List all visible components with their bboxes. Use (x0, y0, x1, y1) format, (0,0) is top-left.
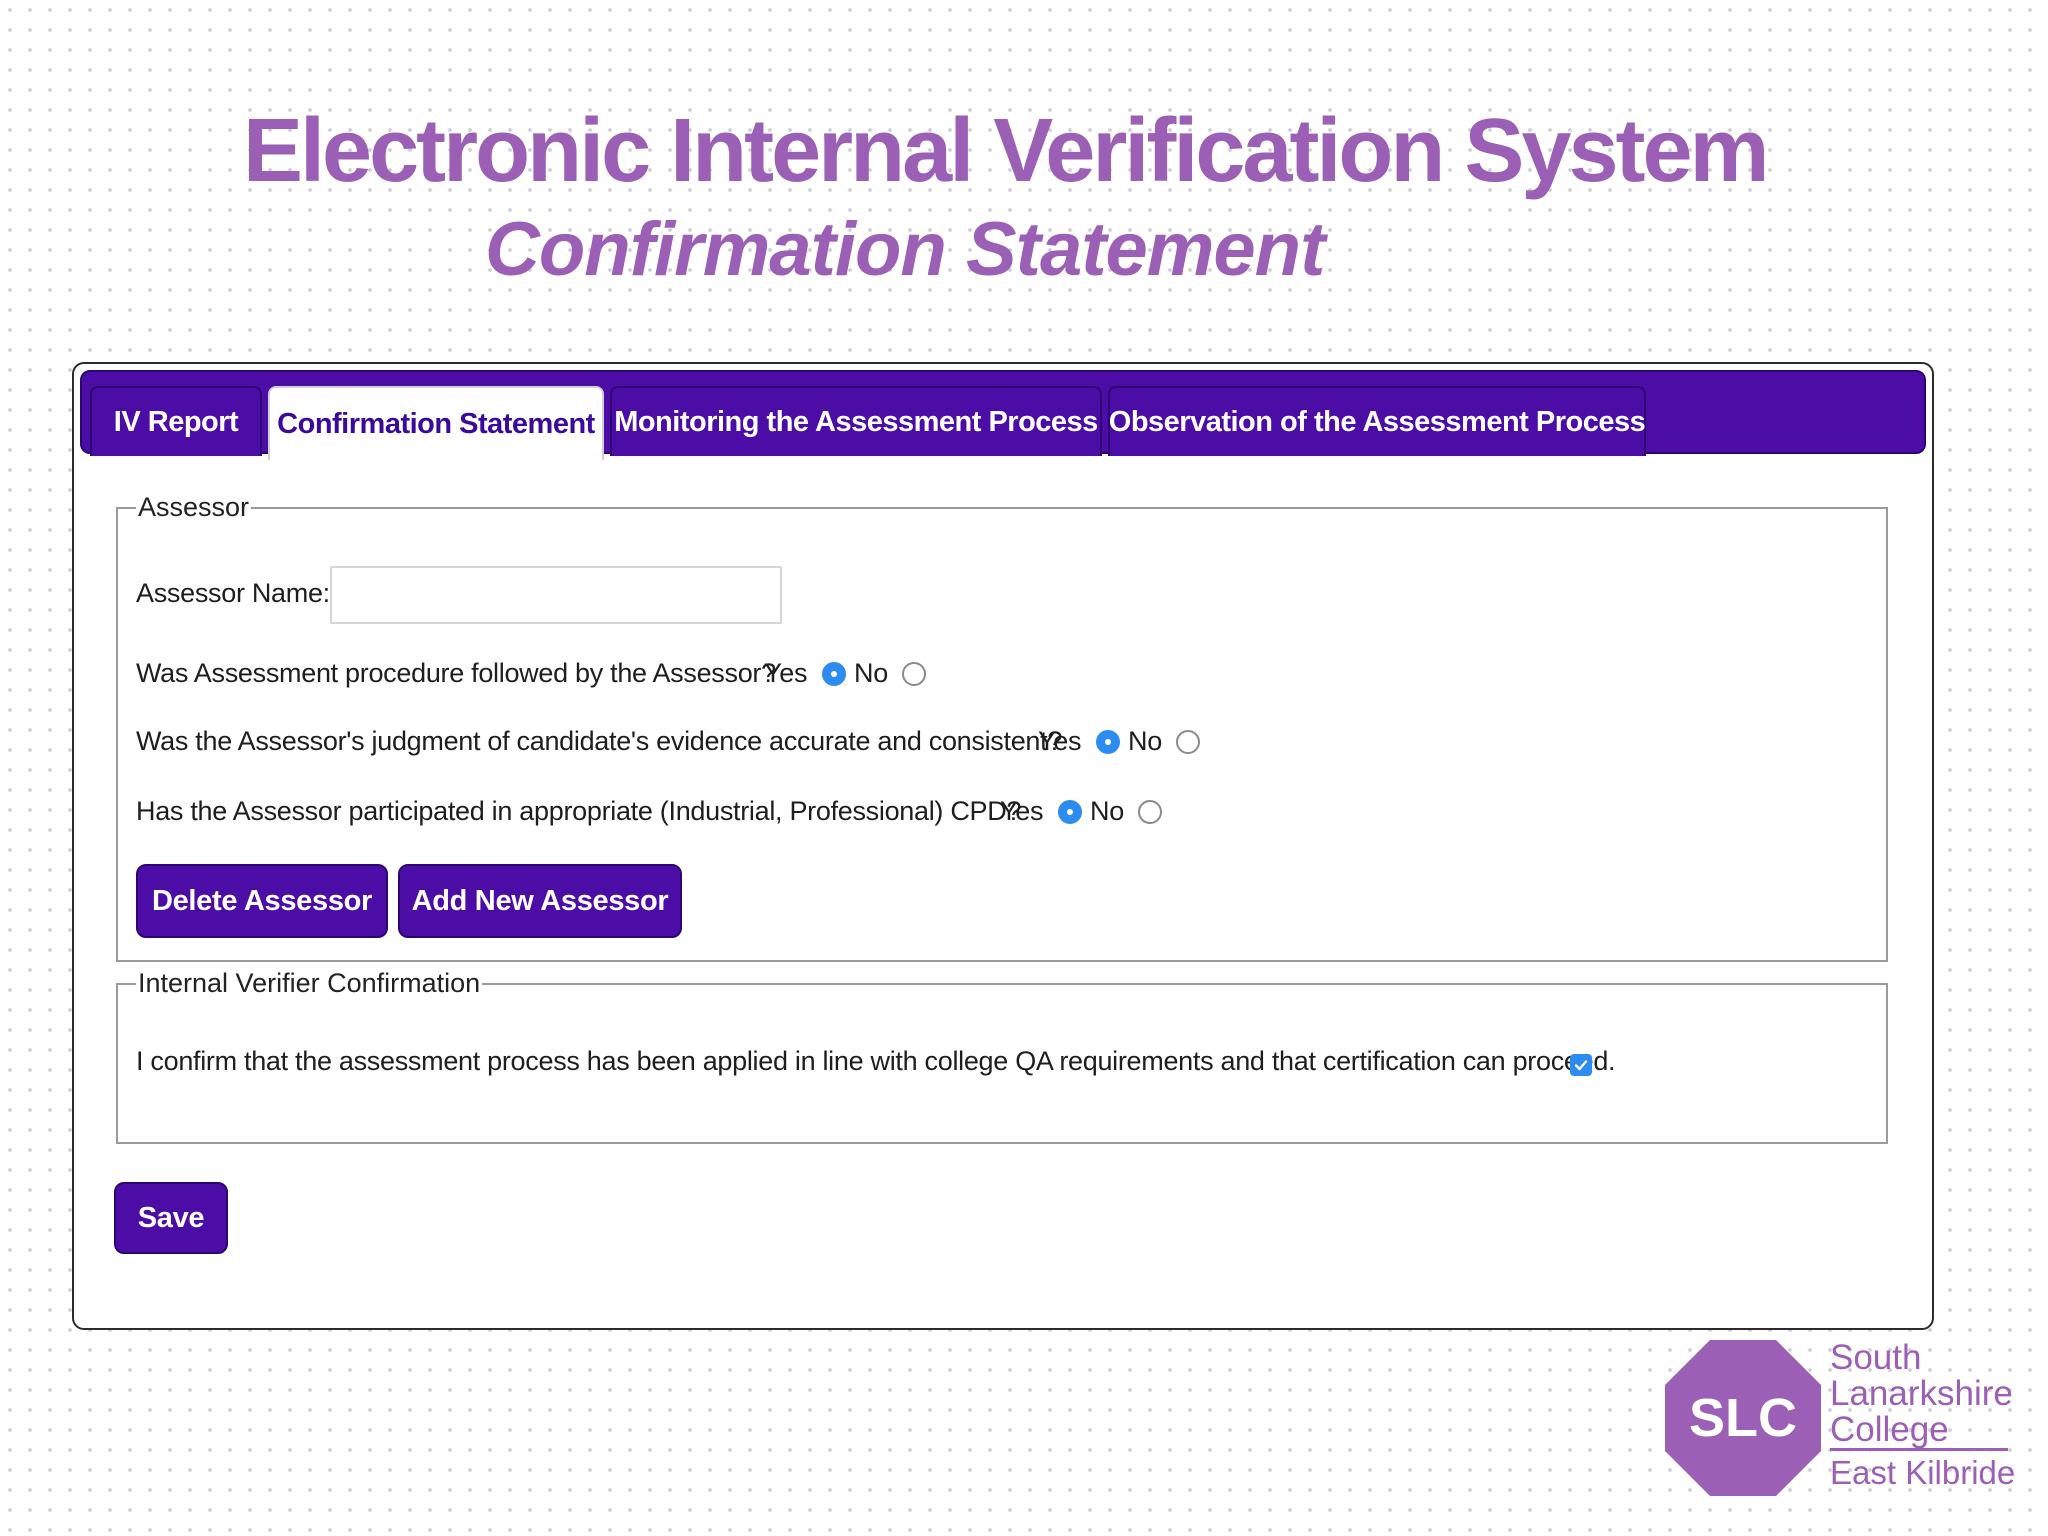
question-2-no-radio[interactable] (1176, 730, 1200, 754)
question-2-text: Was the Assessor's judgment of candidate… (136, 726, 1063, 756)
delete-assessor-button[interactable]: Delete Assessor (136, 864, 388, 938)
question-3-text: Has the Assessor participated in appropr… (136, 796, 1022, 826)
question-1-yes-label: Yes (764, 658, 808, 688)
svg-text:SLC: SLC (1689, 1388, 1797, 1448)
question-2-yes-label: Yes (1038, 726, 1082, 756)
checkmark-icon (1574, 1060, 1588, 1071)
iv-confirmation-legend: Internal Verifier Confirmation (138, 968, 481, 998)
logo-campus: East Kilbride (1830, 1454, 2016, 1491)
page-title: Electronic Internal Verification System (243, 101, 1770, 201)
question-3-yes-label: Yes (1000, 796, 1044, 826)
iv-confirmation-checkbox[interactable] (1570, 1054, 1592, 1076)
iv-confirmation-statement: I confirm that the assessment process ha… (136, 1046, 1616, 1076)
logo-line-south: South (1830, 1338, 1922, 1377)
question-1-text: Was Assessment procedure followed by the… (136, 658, 776, 688)
logo-divider (1830, 1448, 2008, 1451)
question-1-no-radio[interactable] (902, 662, 926, 686)
assessor-name-input[interactable] (330, 566, 782, 624)
question-1-yes-radio[interactable] (822, 662, 846, 686)
tab-iv-report[interactable]: IV Report (90, 386, 262, 456)
question-3-no-label: No (1090, 796, 1124, 826)
assessor-name-label: Assessor Name: (136, 578, 330, 608)
tab-bar: IV Report Confirmation Statement Monitor… (80, 370, 1926, 460)
question-2-yes-radio[interactable] (1096, 730, 1120, 754)
assessor-legend: Assessor (138, 492, 250, 522)
tab-observation-assessment[interactable]: Observation of the Assessment Process (1108, 386, 1646, 456)
question-1-no-label: No (854, 658, 888, 688)
question-3-no-radio[interactable] (1138, 800, 1162, 824)
tab-confirmation-statement[interactable]: Confirmation Statement (268, 386, 604, 460)
logo-line-college: College (1830, 1410, 1949, 1449)
page-subtitle: Confirmation Statement (485, 207, 1325, 292)
save-button[interactable]: Save (114, 1182, 228, 1254)
question-2-no-label: No (1128, 726, 1162, 756)
slc-octagon-icon: SLC (1665, 1340, 1821, 1496)
question-3-yes-radio[interactable] (1058, 800, 1082, 824)
add-assessor-button[interactable]: Add New Assessor (398, 864, 682, 938)
tab-monitoring-assessment[interactable]: Monitoring the Assessment Process (610, 386, 1102, 456)
app-window: IV Report Confirmation Statement Monitor… (72, 362, 1934, 1330)
logo-line-lanarkshire: Lanarkshire (1830, 1374, 2013, 1413)
